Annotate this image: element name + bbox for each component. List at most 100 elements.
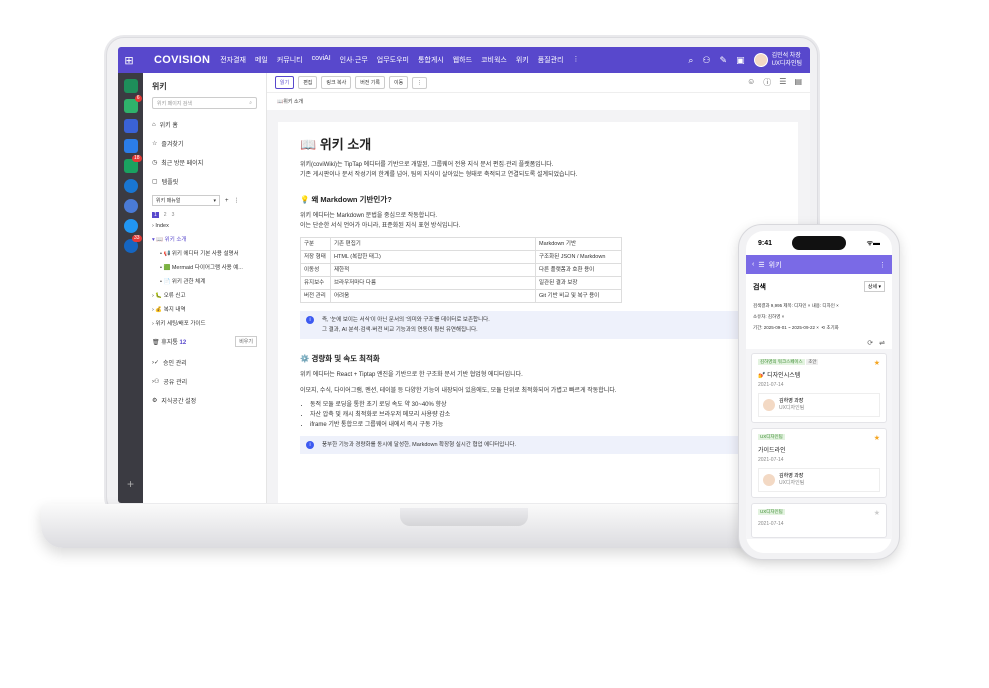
tree-item[interactable]: › 🐛 오류 신고	[152, 288, 266, 302]
breadcrumb: 📖 위키 소개	[277, 98, 304, 106]
wiki-space-select[interactable]: 위키 매뉴얼 ▾	[152, 195, 220, 206]
tree-item[interactable]: • 📄 위키 관한 체계	[152, 274, 266, 288]
sidebar-item-settings[interactable]: ⚙ 지식공간 설정	[143, 391, 266, 410]
menu-item[interactable]: 품질관리	[538, 55, 564, 65]
search-icon[interactable]: ⌕	[249, 100, 252, 106]
page-number[interactable]: 1	[152, 212, 159, 218]
chat-app-icon[interactable]	[123, 219, 138, 233]
more-icon[interactable]: ⋮	[234, 197, 240, 204]
reset-button[interactable]: 초기화	[826, 325, 838, 330]
result-card[interactable]: 김하영의 워크스페이스 초안 ★ 💅 디자인시스템 2021-07-14 김하영…	[751, 353, 887, 423]
sidebar-item-recent[interactable]: ◷ 최근 방문 페이지	[143, 153, 266, 172]
comment-icon[interactable]: ▤	[794, 77, 802, 88]
window-icon[interactable]: ▣	[736, 55, 745, 66]
brand-logo[interactable]: COVISION	[154, 54, 210, 66]
star-icon[interactable]: ★	[874, 359, 880, 367]
messenger-app-icon[interactable]: 33	[123, 235, 142, 253]
period-filter: 기간: 2025-09-01 ~ 2025-09-22 × ⟲ 초기화	[753, 325, 839, 330]
page-number[interactable]: 2	[164, 212, 167, 218]
detail-select[interactable]: 상세 ▾	[863, 281, 885, 292]
list-icon[interactable]: ☰	[779, 77, 786, 88]
copy-link-button[interactable]: 링크 복사	[321, 76, 352, 89]
apps-grid-icon[interactable]: ⊞	[118, 54, 140, 67]
menu-item[interactable]: 커뮤니티	[277, 55, 303, 65]
calendar-app-icon[interactable]	[123, 139, 138, 153]
paragraph: 이는 단순한 서식 언어가 아니라, 표준화된 지식 표현 방식입니다.	[300, 223, 461, 229]
owner-filter[interactable]: 소유자: 김하영 ×	[753, 311, 885, 322]
menu-item[interactable]: 웹하드	[453, 55, 472, 65]
paragraph: 위키 에디터는 Markdown 문법을 중심으로 작동합니다.	[300, 213, 438, 219]
menu-icon[interactable]: ☰	[758, 261, 764, 269]
menu-item[interactable]: coviAI	[312, 55, 331, 65]
people-app-icon[interactable]	[123, 199, 138, 213]
menu-item[interactable]: 위키	[516, 55, 529, 65]
filter-icon[interactable]: ⇌	[879, 339, 885, 347]
comparison-table: 구분 기존 편집기 Markdown 기반 저장 형태 HTML (복잡한 태그) 구조…	[300, 237, 622, 303]
table-row: 유지보수 브라우저마다 다름 일관된 결과 보장	[300, 276, 622, 290]
refresh-icon[interactable]: ⟳	[867, 339, 873, 347]
sidebar-item-home[interactable]: ⌂ 위키 홈	[143, 115, 266, 134]
edit-button[interactable]: 편집	[298, 76, 318, 89]
card-date: 2021-07-14	[758, 382, 784, 388]
approval-app-icon[interactable]	[123, 119, 138, 133]
version-history-button[interactable]: 버전 기록	[355, 76, 385, 89]
more-button[interactable]: ⋮	[412, 76, 428, 89]
sidebar-item-favorites[interactable]: ☆ 즐겨찾기	[143, 134, 266, 153]
sidebar-item-share[interactable]: ›⚇ 공유 관리	[143, 372, 266, 391]
mail-app-icon[interactable]	[123, 79, 138, 93]
page-number[interactable]: 3	[172, 212, 175, 218]
document-toolbar: 읽기 편집 링크 복사 버전 기록 이동 ⋮ ☺ ⓘ ☰ ▤	[267, 73, 810, 93]
tree-item[interactable]: › 💰 복지 내역	[152, 302, 266, 316]
pen-icon[interactable]: ✎	[720, 55, 728, 66]
menu-item[interactable]: 인사·근무	[340, 55, 368, 65]
menu-item[interactable]: 전자결재	[220, 55, 246, 65]
read-button[interactable]: 읽기	[275, 76, 295, 89]
info-icon: i	[306, 441, 314, 449]
share-icon: ›⚇	[152, 379, 160, 385]
menu-item[interactable]: 코비웍스	[481, 55, 507, 65]
section-heading: 💡 왜 Markdown 기반인가?	[300, 195, 392, 204]
avatar	[763, 399, 775, 411]
paragraph: 기존 게시판이나 문서 작성기의 한계를 넘어, 팀의 지식이 살아있는 형태로…	[300, 172, 578, 178]
notification-app-icon[interactable]: 6	[123, 95, 142, 113]
info-callout: i 풍부한 기능과 경량화를 동시에 달성한, Markdown 확장형 실시간…	[300, 436, 776, 454]
menu-item[interactable]: 통합게시	[418, 55, 444, 65]
list-item: 동적 모듈 로딩을 통한 초기 로딩 속도 약 30~40% 향상	[310, 400, 776, 410]
tree-item[interactable]: › Index	[152, 220, 266, 232]
move-button[interactable]: 이동	[389, 76, 409, 89]
add-app-icon[interactable]: +	[127, 477, 134, 491]
gear-icon: ⚙	[152, 398, 158, 404]
star-icon[interactable]: ★	[874, 434, 880, 442]
menu-item[interactable]: 업무도우미	[377, 55, 409, 65]
drive-app-icon[interactable]	[123, 179, 138, 193]
sidebar-item-templates[interactable]: ▢ 템플릿	[143, 172, 266, 191]
result-card[interactable]: UX디자인팀 ★ 2021-07-14	[751, 503, 887, 538]
info-icon[interactable]: ⓘ	[763, 77, 771, 88]
back-icon[interactable]: ‹	[752, 261, 754, 268]
breadcrumb-label[interactable]: 위키 소개	[283, 98, 303, 105]
header-icons: ⌕ ⚇ ✎ ▣ 김민석 차장 UX디자인팀	[688, 52, 802, 68]
sidebar-item-approval[interactable]: ›✓ 승인 관리	[143, 353, 266, 372]
menu-item[interactable]: 메일	[255, 55, 268, 65]
star-icon[interactable]: ★	[874, 509, 880, 517]
empty-trash-button[interactable]: 비우기	[235, 336, 257, 347]
template-icon: ▢	[152, 179, 158, 185]
tree-item[interactable]: • 📢 위키 에디터 기본 사용 설명서	[152, 246, 266, 260]
result-card[interactable]: UX디자인팀 ★ 가이드라인 2021-07-14 김하영 과장 UX디자인팀	[751, 428, 887, 498]
ai-assistant-icon[interactable]: ☺	[747, 77, 755, 88]
tree-item-active[interactable]: ▾ 📖 위키 소개	[152, 232, 266, 246]
add-page-icon[interactable]: +	[225, 198, 229, 204]
page-tree: › Index ▾ 📖 위키 소개 • 📢 위키 에디터 기본 사용 설명서 •…	[143, 220, 266, 330]
user-profile[interactable]: 김민석 차장 UX디자인팀	[753, 52, 802, 68]
wiki-search-input[interactable]: 위키 페이지 검색 ⌕	[152, 97, 257, 109]
user-name: 김민석 차장	[771, 53, 801, 59]
clock-icon: ◷	[152, 160, 158, 166]
task-app-icon[interactable]: 18	[123, 155, 142, 173]
more-icon[interactable]: ⋮	[879, 261, 886, 269]
org-chart-icon[interactable]: ⚇	[702, 55, 710, 66]
trash-label-group[interactable]: 🗑 휴지통 12	[152, 337, 186, 346]
search-icon[interactable]: ⌕	[688, 55, 693, 66]
tree-item[interactable]: › 위키 세팅/배포 가이드	[152, 316, 266, 330]
tree-item[interactable]: • 🟩 Mermaid 다이어그램 사용 예...	[152, 260, 266, 274]
more-menu-icon[interactable]: ⋮	[572, 55, 579, 65]
